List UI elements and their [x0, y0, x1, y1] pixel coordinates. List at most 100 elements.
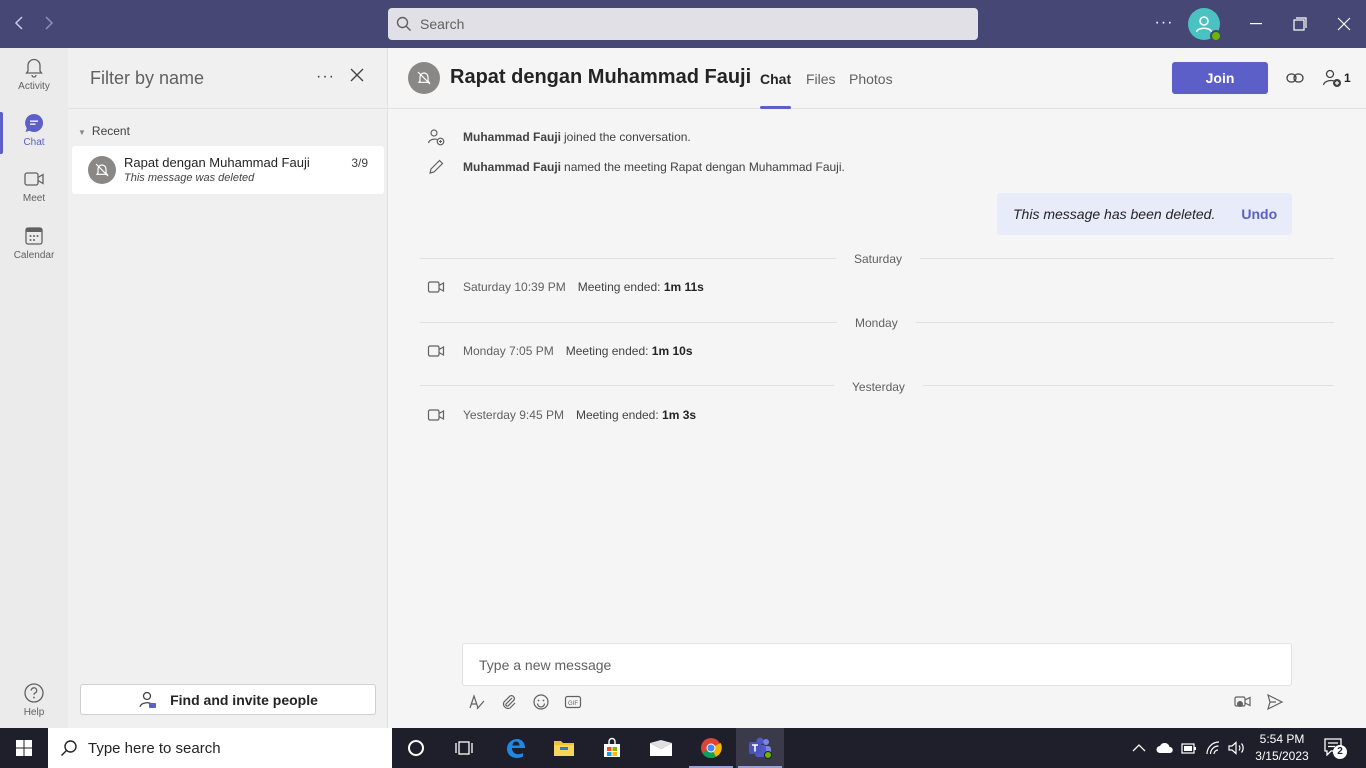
- message-composer[interactable]: [462, 643, 1292, 686]
- more-options-button[interactable]: ···: [1152, 12, 1176, 36]
- person-add-icon: [426, 128, 446, 146]
- rail-label: Activity: [18, 81, 50, 92]
- profile-avatar[interactable]: [1188, 8, 1222, 42]
- volume-tray[interactable]: [1228, 740, 1246, 756]
- taskbar-file-explorer[interactable]: [540, 728, 588, 768]
- caret-down-icon: ▼: [78, 128, 86, 137]
- meeting-time: Yesterday 9:45 PM: [463, 408, 564, 422]
- meeting-ended-label: Meeting ended:: [575, 408, 659, 422]
- undo-button[interactable]: Undo: [1241, 206, 1277, 222]
- meeting-duration: 1m 10s: [651, 344, 693, 358]
- filter-more-button[interactable]: ···: [316, 68, 335, 86]
- emoji-icon: [533, 694, 549, 710]
- system-message-text: joined the conversation.: [564, 130, 691, 144]
- format-icon: [469, 694, 485, 710]
- meeting-chat-avatar: [408, 62, 440, 94]
- video-camera-icon: [426, 406, 446, 424]
- muted-bell-icon: [417, 71, 431, 85]
- meeting-chat-avatar: [88, 156, 116, 184]
- date-divider-label: Yesterday: [834, 380, 923, 394]
- chat-list-item[interactable]: Rapat dengan Muhammad Fauji 3/9 This mes…: [72, 146, 384, 194]
- cortana-button[interactable]: [392, 728, 440, 768]
- participants-button[interactable]: 1: [1322, 68, 1351, 88]
- emoji-button[interactable]: [532, 693, 550, 711]
- rail-item-calendar[interactable]: Calendar: [0, 225, 68, 275]
- minimize-button[interactable]: [1244, 12, 1268, 36]
- notification-center-button[interactable]: 2: [1324, 738, 1347, 761]
- format-button[interactable]: [468, 693, 486, 711]
- start-button[interactable]: [0, 728, 48, 768]
- chat-list-pane: Filter by name ··· ▼ Recent Rapat dengan …: [68, 48, 388, 728]
- taskbar-chrome[interactable]: [687, 728, 735, 768]
- show-hidden-icons-button[interactable]: [1132, 740, 1146, 756]
- deleted-message-notice: This message has been deleted. Undo: [997, 193, 1292, 235]
- copy-link-button[interactable]: [1285, 68, 1305, 93]
- taskbar-teams[interactable]: [736, 728, 784, 768]
- close-icon: [350, 68, 364, 82]
- tab-chat[interactable]: Chat: [760, 71, 792, 109]
- find-invite-people-button[interactable]: Find and invite people: [80, 684, 376, 715]
- rail-item-activity[interactable]: Activity: [0, 56, 68, 106]
- search-icon: [396, 16, 411, 31]
- rail-item-help[interactable]: Help: [0, 682, 68, 732]
- taskbar-mail[interactable]: [637, 728, 685, 768]
- meeting-ended-text: Meeting ended: 1m 3s: [576, 408, 696, 422]
- close-window-button[interactable]: [1332, 12, 1356, 36]
- bell-icon: [25, 58, 43, 78]
- meeting-time: Monday 7:05 PM: [463, 344, 554, 358]
- date-divider-label: Monday: [837, 316, 916, 330]
- chrome-icon: [701, 738, 722, 759]
- calendar-icon: [25, 227, 43, 245]
- back-arrow-icon[interactable]: [8, 12, 32, 36]
- muted-bell-icon: [95, 163, 109, 177]
- taskbar-store[interactable]: [588, 728, 636, 768]
- system-message-name: Muhammad Fauji: [463, 160, 562, 174]
- link-icon: [1286, 73, 1304, 83]
- recent-section-toggle[interactable]: ▼ Recent: [78, 124, 130, 138]
- gif-button[interactable]: GIF: [564, 693, 582, 711]
- composer-actions: [1234, 693, 1284, 716]
- app-rail: Activity Chat Meet Calendar Help: [0, 48, 68, 728]
- system-message: Muhammad Fauji joined the conversation.: [426, 128, 691, 146]
- help-icon: [24, 683, 44, 703]
- wifi-icon: [1206, 741, 1220, 755]
- participant-count: 1: [1344, 71, 1351, 85]
- meeting-ended-message: Yesterday 9:45 PM Meeting ended: 1m 3s: [426, 406, 696, 424]
- attach-button[interactable]: [500, 693, 518, 711]
- close-filter-button[interactable]: [350, 68, 364, 87]
- conversation-pane: Rapat dengan Muhammad Fauji Chat Files P…: [388, 48, 1366, 728]
- message-input[interactable]: [479, 656, 1259, 673]
- search-icon: [61, 740, 77, 756]
- rail-item-chat[interactable]: Chat: [0, 112, 68, 162]
- rail-item-meet[interactable]: Meet: [0, 168, 68, 218]
- taskbar-clock[interactable]: 5:54 PM 3/15/2023: [1254, 731, 1310, 765]
- rail-label: Calendar: [13, 250, 55, 261]
- tab-photos[interactable]: Photos: [849, 71, 893, 87]
- loop-compose-icon: [1234, 696, 1251, 707]
- send-button[interactable]: [1266, 693, 1284, 716]
- filter-input[interactable]: Filter by name: [90, 68, 204, 89]
- invite-people-icon: [139, 691, 157, 708]
- task-view-button[interactable]: [440, 728, 488, 768]
- search-box[interactable]: [388, 8, 978, 40]
- windows-taskbar: 5:54 PM 3/15/2023 2: [0, 728, 1366, 768]
- presence-available-badge: [1210, 30, 1222, 42]
- mail-icon: [650, 740, 672, 756]
- forward-arrow-icon[interactable]: [36, 12, 60, 36]
- cortana-circle-icon: [408, 740, 424, 756]
- onedrive-tray[interactable]: [1156, 740, 1174, 756]
- tab-files[interactable]: Files: [806, 71, 836, 87]
- taskbar-search[interactable]: [48, 728, 392, 768]
- network-tray[interactable]: [1205, 740, 1223, 756]
- taskbar-search-input[interactable]: [88, 739, 368, 757]
- deleted-message-text: This message has been deleted.: [1013, 206, 1216, 222]
- battery-tray[interactable]: [1181, 740, 1197, 756]
- search-input[interactable]: [420, 16, 940, 32]
- meet-now-button[interactable]: [1234, 693, 1252, 716]
- task-view-icon: [455, 741, 473, 755]
- taskbar-edge[interactable]: [491, 728, 539, 768]
- clock-date: 3/15/2023: [1255, 749, 1309, 763]
- chat-name: Rapat dengan Muhammad Fauji: [124, 155, 310, 170]
- join-meeting-button[interactable]: Join: [1172, 62, 1268, 94]
- maximize-button[interactable]: [1288, 12, 1312, 36]
